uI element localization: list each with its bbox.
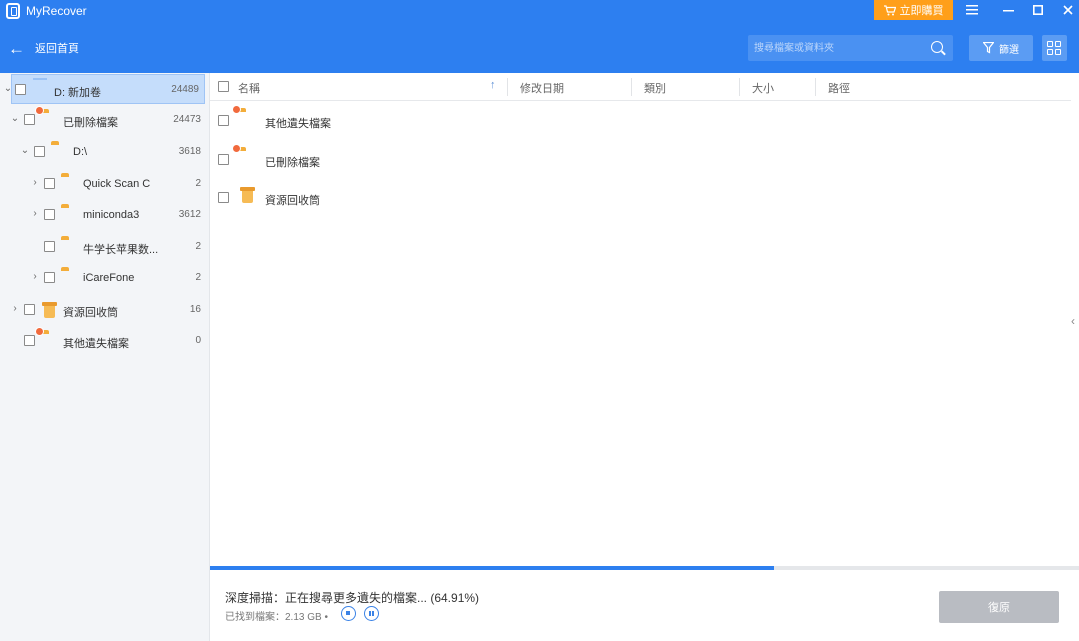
title-bar: MyRecover 立即購買 ← 返回首頁 篩選 [0,0,1079,73]
column-header-path[interactable]: 路徑 [828,80,850,96]
app-title: MyRecover [26,4,87,18]
chevron-down-icon[interactable]: ⌄ [10,113,20,124]
tree-item-count: 2 [195,272,201,283]
tree-item-icarefone[interactable]: › iCareFone 2 [0,263,209,293]
tree-item-d-root[interactable]: ⌄ D:\ 3618 [0,137,209,167]
tree-item-count: 16 [189,304,201,315]
table-row[interactable]: 其他遺失檔案 [210,105,1071,135]
row-name: 已刪除檔案 [265,157,320,169]
tree-item-count: 3612 [178,209,201,220]
tree-item-label: Quick Scan C [83,178,151,190]
back-arrow-icon: ← [8,38,25,58]
minimize-icon[interactable] [996,1,1020,19]
tree-checkbox[interactable] [24,304,35,315]
tree-item-label: iCareFone [83,272,135,284]
search-icon[interactable] [931,41,943,53]
tree-checkbox[interactable] [34,146,45,157]
column-divider[interactable] [631,78,632,96]
tree-item-miniconda3[interactable]: › miniconda3 3612 [0,200,209,230]
found-size-label: 已找到檔案：2.13 GB • [225,612,328,623]
tree-item-count: 0 [195,335,201,346]
buy-now-button[interactable]: 立即購買 [874,0,953,20]
tree-item-recycle-bin[interactable]: › 資源回收筒 16 [0,295,209,325]
cart-icon [883,4,896,15]
select-all-checkbox[interactable] [218,81,229,92]
back-home-button[interactable]: ← 返回首頁 [8,38,79,58]
column-header-type[interactable]: 類別 [644,80,666,96]
column-header-name[interactable]: 名稱 [238,80,260,96]
chevron-down-icon[interactable]: ⌄ [20,145,30,156]
sort-ascending-icon[interactable]: ↑ [490,79,496,91]
maximize-icon[interactable] [1026,1,1050,19]
tree-item-count: 24473 [173,114,201,125]
search-input[interactable] [748,35,926,61]
tree-checkbox[interactable] [24,335,35,346]
tree-item-label: 資源回收筒 [63,307,118,319]
tree-checkbox[interactable] [44,272,55,283]
row-checkbox[interactable] [218,115,229,126]
row-name: 其他遺失檔案 [265,118,331,130]
file-list-panel: 名稱 ↑ 修改日期 類別 大小 路徑 其他遺失檔案 已刪除檔案 資源回收筒 [210,73,1079,566]
column-divider[interactable] [739,78,740,96]
search-box [748,35,953,61]
collapse-panel-icon[interactable]: ‹ [1071,314,1075,328]
tree-item-drive[interactable]: ⌄ D: 新加卷 24489 [4,74,205,104]
menu-icon[interactable] [960,1,984,19]
scan-status-text: 深度掃描：正在搜尋更多遺失的檔案... (64.91%) [225,591,480,605]
tree-item-label: 已刪除檔案 [63,117,118,129]
buy-now-label: 立即購買 [899,5,944,17]
tree-item-label: D:\ [73,146,88,158]
filter-button[interactable]: 篩選 [969,35,1033,61]
filter-label: 篩選 [999,44,1019,56]
tree-checkbox[interactable] [44,209,55,220]
row-checkbox[interactable] [218,192,229,203]
tree-checkbox[interactable] [44,178,55,189]
tree-item-label: 牛学长苹果数... [83,244,159,256]
chevron-down-icon[interactable]: ⌄ [3,83,13,94]
row-checkbox[interactable] [218,154,229,165]
chevron-right-icon[interactable]: › [10,303,20,314]
tree-item-other-lost-files[interactable]: 其他遺失檔案 0 [0,326,209,356]
chevron-right-icon[interactable]: › [30,208,40,219]
pause-scan-icon[interactable] [364,606,379,621]
sidebar-tree: ⌄ D: 新加卷 24489 ⌄ 已刪除檔案 24473 ⌄ D:\ 3618 … [0,73,210,641]
table-row[interactable]: 資源回收筒 [210,182,1071,212]
tree-item-count: 2 [195,241,201,252]
stop-scan-icon[interactable] [341,606,356,621]
tree-checkbox[interactable] [44,241,55,252]
tree-checkbox[interactable] [24,114,35,125]
filter-icon [983,42,994,54]
tree-item-label: D: 新加卷 [54,87,102,99]
tree-item-quick-scan-c[interactable]: › Quick Scan C 2 [0,169,209,199]
close-icon[interactable] [1056,1,1079,19]
column-header-size[interactable]: 大小 [752,80,774,96]
table-row[interactable]: 已刪除檔案 [210,144,1071,174]
tree-item-count: 24489 [171,84,199,95]
tree-checkbox[interactable] [15,84,26,95]
tree-item-label: miniconda3 [83,209,140,221]
row-name: 資源回收筒 [265,195,320,207]
footer: 深度掃描：正在搜尋更多遺失的檔案... (64.91%) 已找到檔案：2.13 … [210,570,1079,641]
app-logo-icon [6,3,20,19]
column-divider[interactable] [507,78,508,96]
tree-item-label: 其他遺失檔案 [63,338,129,350]
column-header-modified[interactable]: 修改日期 [520,80,564,96]
chevron-right-icon[interactable]: › [30,271,40,282]
tree-item-folder[interactable]: 牛学长苹果数... 2 [0,232,209,262]
tree-item-count: 3618 [178,146,201,157]
column-divider[interactable] [815,78,816,96]
back-home-label: 返回首頁 [35,43,79,55]
table-header: 名稱 ↑ 修改日期 類別 大小 路徑 [210,73,1071,101]
tree-item-count: 2 [195,178,201,189]
tree-item-deleted-files[interactable]: ⌄ 已刪除檔案 24473 [0,105,209,135]
grid-view-button[interactable] [1042,35,1067,61]
chevron-right-icon[interactable]: › [30,177,40,188]
recover-button[interactable]: 復原 [939,591,1059,623]
